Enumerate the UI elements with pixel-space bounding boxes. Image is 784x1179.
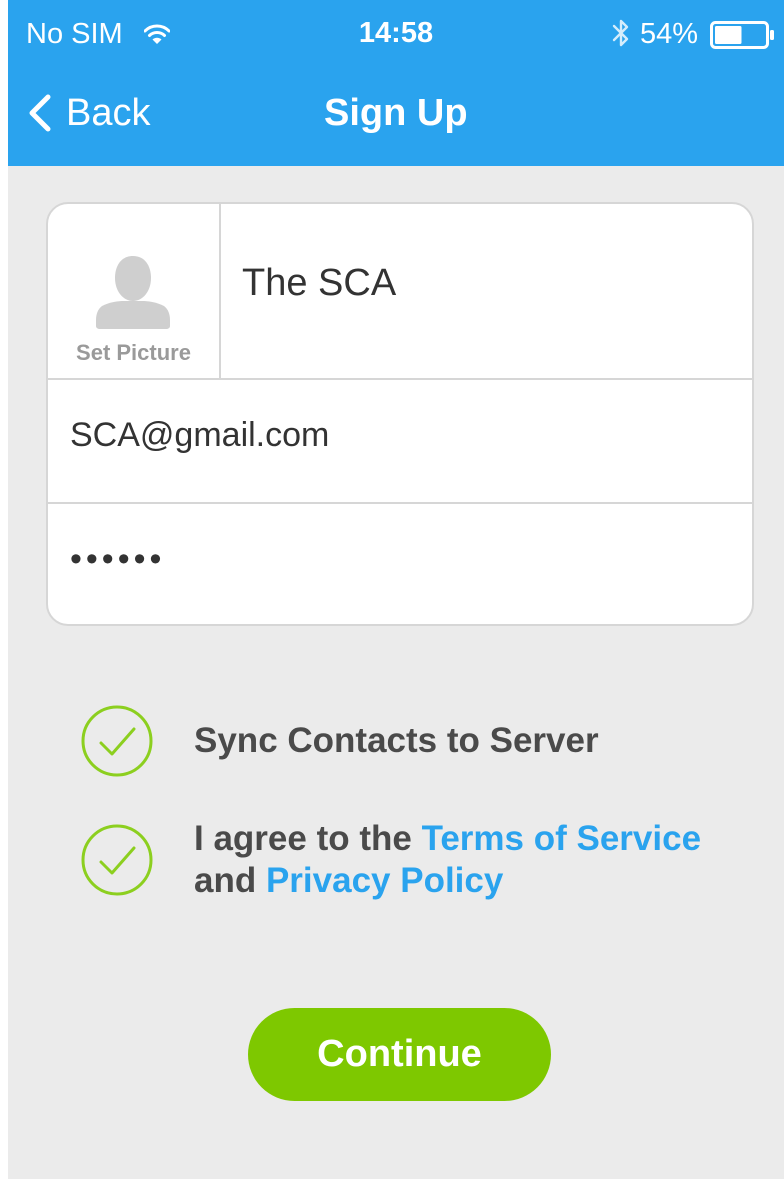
signup-form-card: Set Picture The SCA SCA@gmail.com ••••••	[46, 202, 754, 626]
checkmark-circle-icon[interactable]	[80, 704, 154, 778]
name-field[interactable]: The SCA	[242, 262, 396, 305]
email-field[interactable]: SCA@gmail.com	[70, 416, 329, 455]
header: No SIM 14:58 54% Back Sign Up	[8, 0, 784, 166]
nav-bar: Back Sign Up	[8, 68, 784, 166]
status-bar: No SIM 14:58 54%	[8, 0, 784, 68]
password-field[interactable]: ••••••	[70, 540, 165, 579]
battery-fill	[715, 26, 742, 44]
left-edge	[0, 0, 8, 1179]
terms-agreement-option[interactable]: I agree to the Terms of Service and Priv…	[80, 818, 714, 902]
chevron-left-icon	[29, 94, 51, 132]
battery-percent: 54%	[640, 18, 699, 50]
divider	[48, 502, 752, 504]
privacy-policy-link[interactable]: Privacy Policy	[266, 861, 503, 900]
back-button[interactable]: Back	[26, 88, 150, 138]
battery-icon	[710, 21, 774, 49]
terms-label: I agree to the Terms of Service and Priv…	[194, 818, 714, 902]
checkmark-circle-icon[interactable]	[80, 823, 154, 897]
bluetooth-icon	[612, 19, 629, 47]
person-silhouette-icon	[96, 256, 170, 329]
set-picture-label: Set Picture	[76, 340, 191, 365]
sync-contacts-option[interactable]: Sync Contacts to Server	[80, 704, 599, 778]
terms-middle: and	[194, 861, 266, 900]
back-label: Back	[66, 92, 151, 134]
terms-prefix: I agree to the	[194, 819, 422, 858]
divider	[48, 378, 752, 380]
set-picture-button[interactable]: Set Picture	[48, 204, 221, 378]
sync-contacts-label: Sync Contacts to Server	[194, 721, 599, 760]
terms-of-service-link[interactable]: Terms of Service	[422, 819, 702, 858]
page-title: Sign Up	[324, 92, 468, 134]
continue-button[interactable]: Continue	[248, 1008, 551, 1101]
